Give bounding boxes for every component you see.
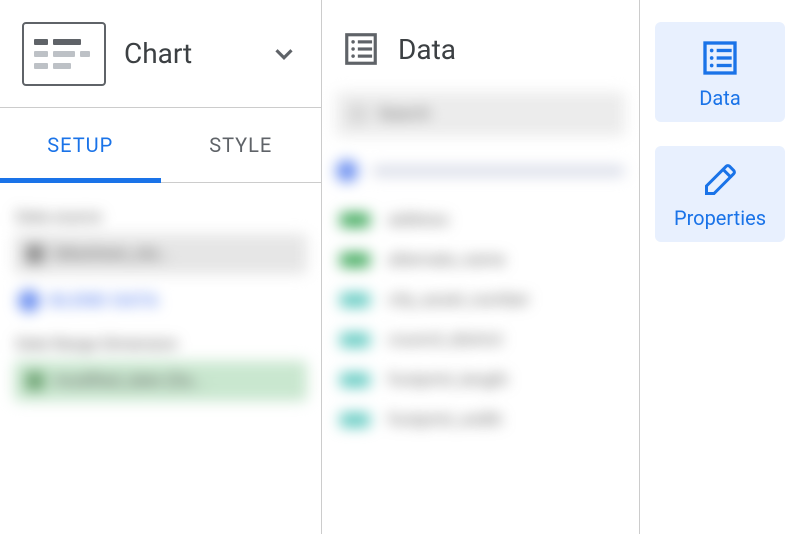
date-range-chip[interactable]: modified_date (Da...: [14, 361, 307, 401]
field-item[interactable]: footprint_length: [340, 370, 621, 390]
pencil-icon: [702, 162, 738, 198]
database-icon: [700, 38, 740, 78]
field-item[interactable]: city_asset_number: [340, 290, 621, 310]
field-item[interactable]: footprint_width: [340, 410, 621, 430]
field-item[interactable]: alternate_name: [340, 250, 621, 270]
blend-icon: [18, 290, 40, 312]
field-type-chip: [340, 413, 370, 427]
data-panel-header: Data: [322, 14, 639, 92]
field-type-chip: [340, 373, 370, 387]
setup-body: Data source bikeshare_sta... BLEND DATA …: [0, 183, 321, 417]
field-name: footprint_length: [388, 370, 508, 390]
field-name: address: [388, 210, 449, 230]
data-source-label: Data source: [16, 207, 305, 226]
rail-tab-properties[interactable]: Properties: [655, 146, 785, 242]
data-fields-panel: Data Search address alternate_name city_as…: [322, 0, 640, 534]
chart-type-selector[interactable]: Chart: [0, 0, 321, 108]
field-item[interactable]: council_district: [340, 330, 621, 350]
data-source-chip[interactable]: bikeshare_sta...: [14, 234, 307, 274]
pencil-icon: [26, 245, 44, 263]
field-name: council_district: [388, 330, 503, 350]
setup-style-tabs: SETUP STYLE: [0, 108, 321, 183]
field-item[interactable]: address: [340, 210, 621, 230]
field-name: alternate_name: [388, 250, 505, 270]
search-placeholder: Search: [378, 104, 430, 124]
search-icon: [350, 106, 366, 122]
table-chart-icon: [22, 22, 106, 86]
blend-data-button[interactable]: BLEND DATA: [14, 284, 307, 326]
rail-tab-data[interactable]: Data: [655, 22, 785, 122]
blend-label: BLEND DATA: [50, 291, 159, 311]
date-range-name: modified_date (Da...: [54, 371, 205, 391]
data-panel-title: Data: [398, 33, 456, 66]
source-dot-icon: [336, 160, 358, 182]
chart-panel: Chart SETUP STYLE Data source bikeshare_…: [0, 0, 322, 534]
tab-style[interactable]: STYLE: [161, 108, 322, 182]
data-source-name: bikeshare_sta...: [54, 244, 172, 264]
chart-type-label: Chart: [124, 37, 251, 70]
chevron-down-icon: [269, 39, 299, 69]
calendar-icon: [26, 372, 44, 390]
field-search-input[interactable]: Search: [336, 92, 625, 136]
database-icon: [342, 30, 380, 68]
field-type-chip: [340, 293, 370, 307]
field-name: city_asset_number: [388, 290, 529, 310]
source-name: [372, 166, 625, 176]
rail-tab-properties-label: Properties: [674, 206, 766, 230]
data-source-row[interactable]: [336, 160, 625, 182]
field-type-chip: [340, 333, 370, 347]
date-range-label: Date Range Dimension: [16, 334, 305, 353]
field-name: footprint_width: [388, 410, 502, 430]
rail-tab-data-label: Data: [699, 86, 740, 110]
field-type-chip: [340, 253, 370, 267]
tab-setup[interactable]: SETUP: [0, 108, 161, 182]
right-rail: Data Properties: [640, 0, 800, 534]
field-type-chip: [340, 213, 370, 227]
